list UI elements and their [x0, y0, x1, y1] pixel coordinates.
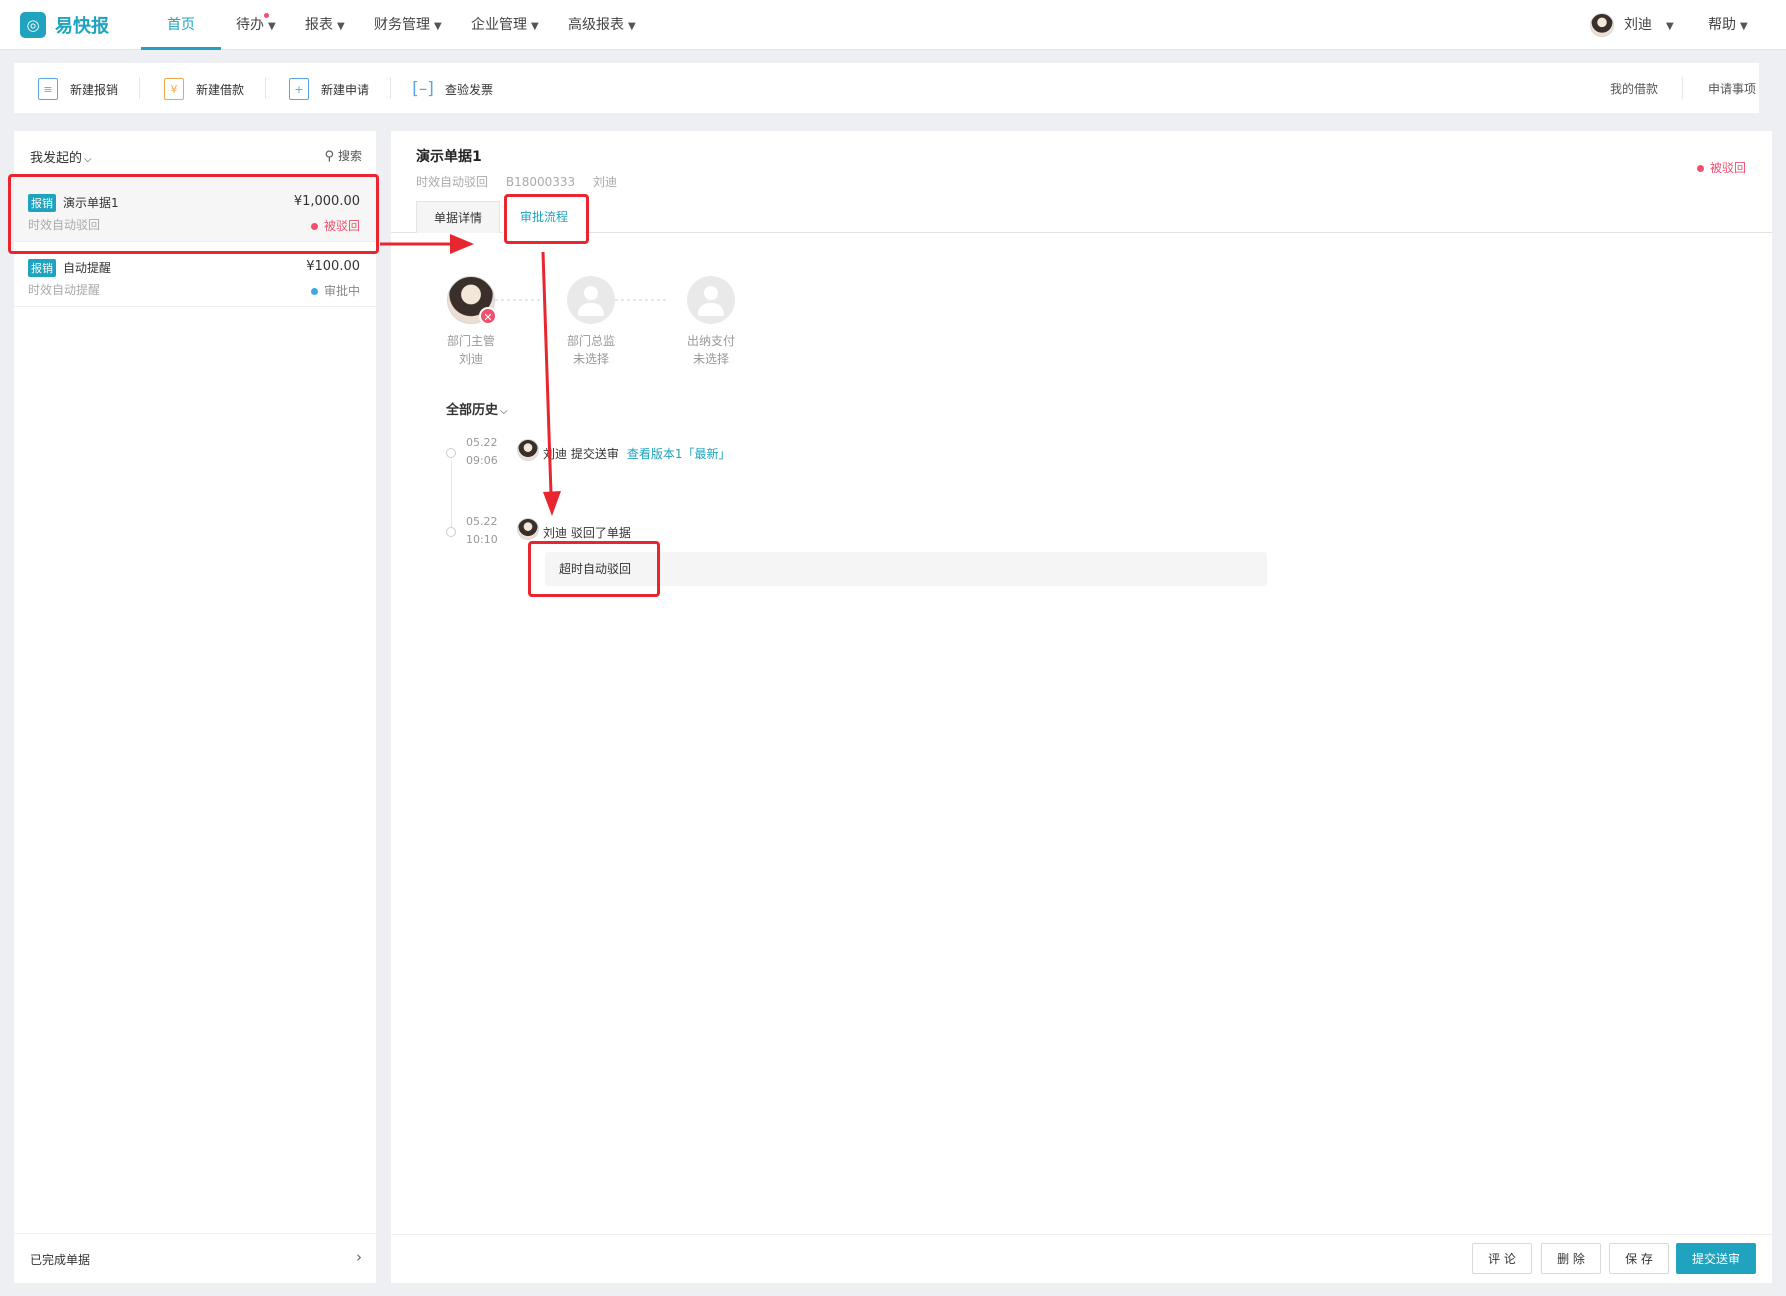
annotation-arrows: [380, 234, 561, 516]
